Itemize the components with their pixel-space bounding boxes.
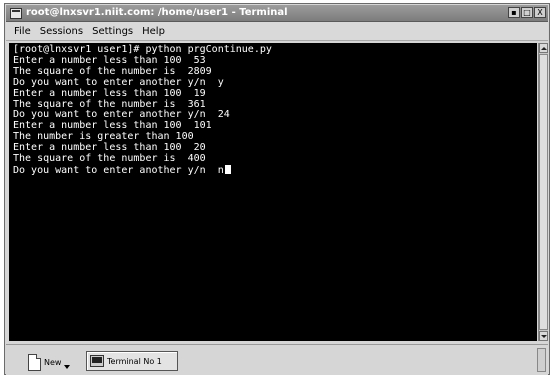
window-controls: ▪ □ X [508,7,546,18]
chevron-down-icon [64,365,71,369]
text-cursor [224,164,231,174]
terminal-line: Enter a number less than 100 19 [13,87,206,99]
new-session-button[interactable]: New [28,352,72,373]
terminal-line: Do you want to enter another y/n y [13,76,224,88]
terminal-icon [90,355,104,367]
window-menu-icon[interactable] [10,8,22,19]
minimize-button[interactable]: ▪ [508,7,520,18]
menu-file[interactable]: File [14,26,31,37]
session-tab-label: Terminal No 1 [107,356,162,366]
scroll-up-arrow-icon[interactable] [539,43,548,53]
window-title: root@lnxsvr1.niit.com: /home/user1 - Ter… [26,7,288,18]
scroll-thumb[interactable] [539,54,548,330]
title-bar[interactable]: root@lnxsvr1.niit.com: /home/user1 - Ter… [6,5,548,22]
maximize-button[interactable]: □ [521,7,533,18]
terminal-window: root@lnxsvr1.niit.com: /home/user1 - Ter… [4,3,550,375]
terminal-output[interactable]: [root@lnxsvr1 user1]# python prgContinue… [9,43,537,341]
new-session-label: New [44,358,62,367]
menu-sessions[interactable]: Sessions [40,26,83,37]
menu-help[interactable]: Help [142,26,165,37]
new-document-icon [28,354,41,371]
menu-settings[interactable]: Settings [92,26,133,37]
menu-bar: File Sessions Settings Help [6,22,548,41]
session-bar: New Terminal No 1 [6,344,548,375]
close-button[interactable]: X [534,7,546,18]
terminal-prompt-line: Do you want to enter another y/n n [13,164,231,177]
session-tab-terminal-1[interactable]: Terminal No 1 [86,351,178,371]
session-bar-scroll[interactable] [537,348,546,372]
vertical-scrollbar[interactable] [538,43,548,341]
terminal-line-text: Do you want to enter another y/n n [13,164,224,176]
scroll-down-arrow-icon[interactable] [539,331,548,341]
terminal-line: The square of the number is 400 [13,153,206,164]
